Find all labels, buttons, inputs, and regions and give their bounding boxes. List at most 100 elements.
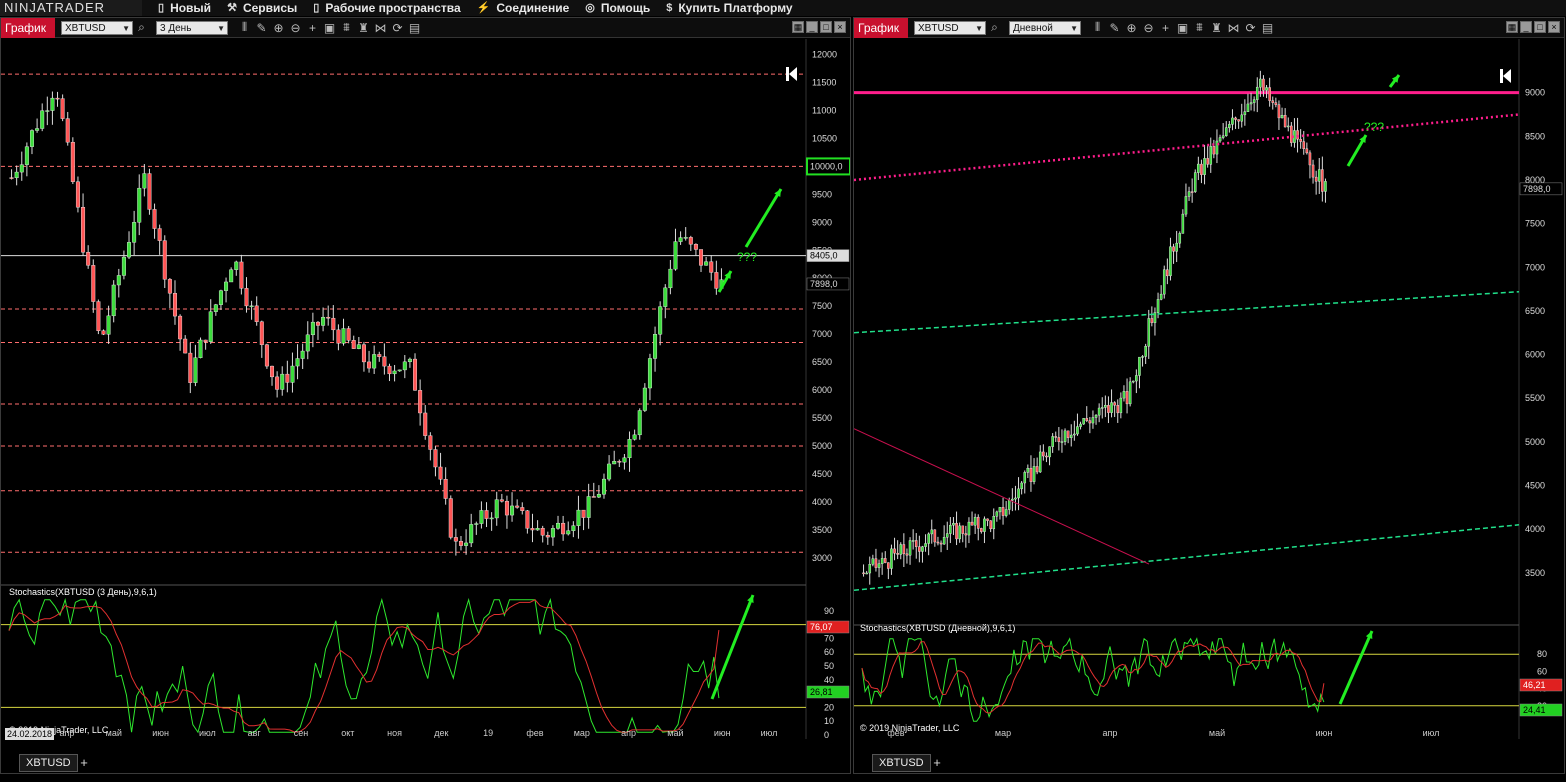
strategies-icon[interactable]: ♜: [1208, 21, 1225, 35]
candle-body: [402, 361, 407, 371]
candle-body: [1104, 404, 1107, 408]
candle-body: [1107, 404, 1110, 413]
candle-body: [939, 542, 943, 545]
zoom-out-icon[interactable]: ⊖: [287, 21, 304, 35]
interval-selector[interactable]: 3 День: [156, 20, 228, 36]
interval-selector[interactable]: Дневной: [1009, 20, 1081, 36]
time-axis-left[interactable]: апр май июн июл авг сен окт ноя дек 19 фев мар апр ма…: [1, 726, 801, 742]
zoom-out-icon[interactable]: ⊖: [1140, 21, 1157, 35]
chart-trader-icon[interactable]: ⟳: [1242, 21, 1259, 35]
menu-new-document[interactable]: ▯ Новый: [158, 0, 211, 16]
bar-type-icon[interactable]: ⫴: [236, 20, 253, 35]
chart-tab-label[interactable]: График: [1, 17, 55, 38]
menu-tools[interactable]: ⚒ Сервисы: [227, 0, 297, 16]
time-axis-tick: май: [105, 728, 122, 738]
window-tile-icon[interactable]: ▦: [792, 21, 804, 33]
time-axis-tick: авг: [247, 728, 261, 738]
instrument-tab-left[interactable]: XBTUSD: [19, 754, 78, 772]
candle-body: [914, 540, 918, 547]
candle-body: [1262, 78, 1265, 91]
support-trendline-upper[interactable]: [854, 290, 1520, 334]
menu-workspace[interactable]: ▯ Рабочие пространства: [313, 0, 460, 16]
candle-body: [1156, 299, 1160, 313]
window-close-icon[interactable]: ×: [834, 21, 846, 33]
jump-to-end-icon-arrow[interactable]: [789, 67, 797, 81]
draw-tool-icon[interactable]: ✎: [1106, 21, 1123, 35]
instrument-tab-right[interactable]: XBTUSD: [872, 754, 931, 772]
candle-body: [1203, 158, 1206, 175]
strategies-icon[interactable]: ♜: [355, 21, 372, 35]
candle-body: [880, 558, 884, 564]
candle-body: [1243, 111, 1247, 116]
jump-to-end-icon-arrow[interactable]: [1503, 69, 1511, 83]
instrument-selector[interactable]: XBTUSD: [914, 20, 986, 36]
candle-body: [14, 171, 19, 179]
candle-body: [871, 558, 875, 565]
candle-body: [121, 256, 126, 276]
screenshot-icon[interactable]: ▣: [1174, 21, 1191, 35]
candle-body: [905, 553, 909, 556]
zoom-in-icon[interactable]: ⊕: [1123, 21, 1140, 35]
candle-body: [1206, 158, 1209, 165]
screenshot-icon[interactable]: ▣: [321, 21, 338, 35]
candle-body: [75, 181, 80, 208]
crosshair-icon[interactable]: +: [304, 21, 321, 35]
resistance-trendline[interactable]: [854, 113, 1520, 182]
candle-body: [556, 522, 561, 529]
data-box-icon[interactable]: ▤: [1259, 21, 1276, 35]
indicator-title: Stochastics(XBTUSD (3 День),9,6,1): [9, 587, 157, 597]
candle-body: [382, 356, 387, 367]
jump-to-end-icon[interactable]: [1500, 69, 1503, 83]
window-tile-icon[interactable]: ▦: [1506, 21, 1518, 33]
chart-tab-label[interactable]: График: [854, 17, 908, 38]
time-axis-right[interactable]: фев мар апр май июн июл: [854, 726, 1514, 742]
candle-body: [351, 340, 356, 349]
candle-body: [336, 329, 341, 344]
jump-to-end-icon[interactable]: [786, 67, 789, 81]
price-chart-left[interactable]: 3000 3500 4000 4500 5000 5500 6000 6500 7000 7500…: [1, 39, 850, 739]
candle-body: [1193, 172, 1197, 192]
candle-body: [1218, 137, 1222, 142]
zoom-in-icon[interactable]: ⊕: [270, 21, 287, 35]
candle-body: [942, 537, 946, 545]
candle-body: [387, 365, 392, 375]
indicators-icon[interactable]: ⩩: [1191, 20, 1208, 35]
properties-icon[interactable]: ⋈: [1225, 21, 1242, 35]
price-chart-right[interactable]: 3500400045005000550060006500700075008000…: [854, 39, 1564, 739]
data-box-icon[interactable]: ▤: [406, 21, 423, 35]
price-axis-tick: 4000: [812, 497, 832, 507]
menu-help[interactable]: ◎ Помощь: [585, 0, 650, 16]
window-close-icon[interactable]: ×: [1548, 21, 1560, 33]
window-maximize-icon[interactable]: □: [820, 21, 832, 33]
add-tab-icon[interactable]: +: [77, 755, 91, 771]
candle-body: [305, 334, 310, 352]
add-tab-icon[interactable]: +: [930, 755, 944, 771]
crosshair-icon[interactable]: +: [1157, 21, 1174, 35]
candle-body: [622, 457, 627, 463]
properties-icon[interactable]: ⋈: [372, 21, 389, 35]
window-maximize-icon[interactable]: □: [1534, 21, 1546, 33]
price-axis-tick: 6000: [812, 385, 832, 395]
time-axis-tick: мар: [573, 728, 590, 738]
candle-body: [218, 290, 223, 305]
menu-dollar[interactable]: $ Купить Платформу: [666, 0, 792, 16]
downtrend-line[interactable]: [854, 428, 1150, 565]
candle-body: [45, 110, 50, 112]
instrument-selector[interactable]: XBTUSD: [61, 20, 133, 36]
indicators-icon[interactable]: ⩩: [338, 20, 355, 35]
candle-body: [1259, 78, 1262, 88]
draw-tool-icon[interactable]: ✎: [253, 21, 270, 35]
bar-type-icon[interactable]: ⫴: [1089, 20, 1106, 35]
candle-body: [908, 540, 912, 556]
chart-toolbar-left: График XBTUSD ⌕ 3 День ⫴ ✎ ⊕ ⊖ + ▣ ⩩ ♜ ⋈…: [1, 17, 850, 38]
search-icon[interactable]: ⌕: [133, 20, 150, 35]
chart-trader-icon[interactable]: ⟳: [389, 21, 406, 35]
menu-connection[interactable]: ⚡ Соединение: [477, 0, 570, 16]
window-minimize-icon[interactable]: _: [1520, 21, 1532, 33]
window-minimize-icon[interactable]: _: [806, 21, 818, 33]
candle-body: [967, 521, 971, 536]
indicator-arrow: [1338, 630, 1374, 705]
candle-body: [213, 304, 218, 312]
candle-body: [1057, 437, 1061, 442]
search-icon[interactable]: ⌕: [986, 20, 1003, 35]
